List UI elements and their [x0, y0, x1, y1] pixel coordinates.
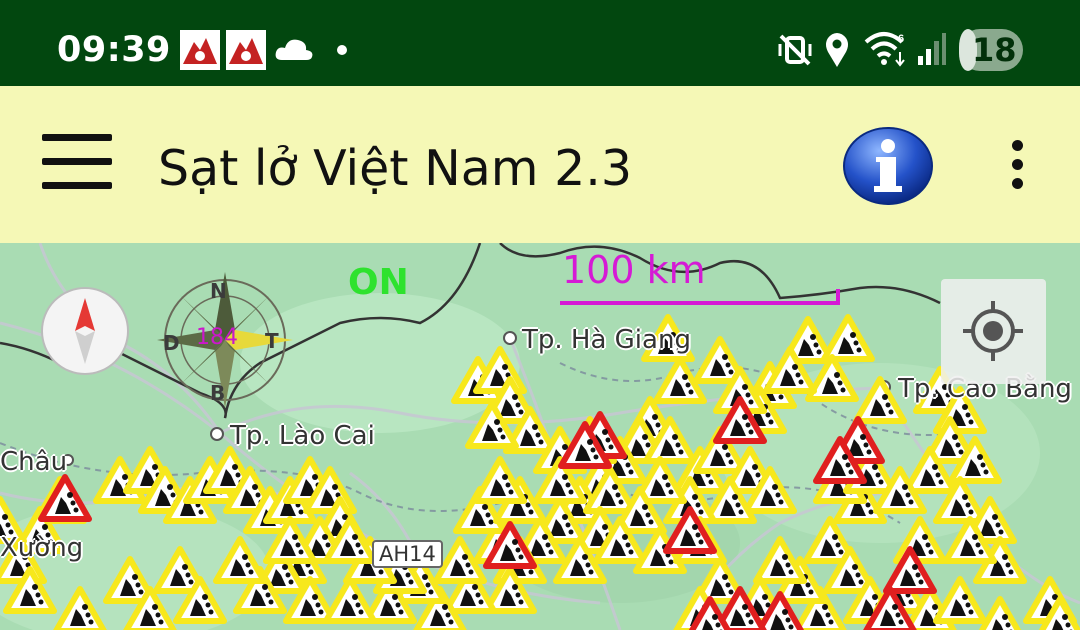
- signal-icon: [918, 33, 946, 65]
- svg-text:D: D: [163, 331, 180, 355]
- location-icon: [826, 33, 848, 67]
- place-label-xuong: Xường: [0, 533, 84, 563]
- wifi-6-icon: 6: [864, 32, 905, 67]
- battery-level: 18: [972, 31, 1017, 69]
- tracking-mode-label[interactable]: ON: [348, 262, 409, 303]
- more-vert-icon[interactable]: [1000, 138, 1036, 192]
- app-notification-icon: [180, 30, 220, 70]
- my-location-icon[interactable]: [941, 279, 1046, 384]
- svg-text:T: T: [265, 329, 279, 353]
- status-time: 09:39: [57, 30, 171, 70]
- scale-label: 100 km: [562, 248, 706, 292]
- place-label-lao-cai: Tp. Lào Cai: [230, 421, 375, 451]
- svg-text:B: B: [210, 381, 225, 405]
- compass-icon[interactable]: [40, 286, 130, 376]
- vibrate-mute-icon: [778, 34, 812, 66]
- road-badge: AH14: [372, 540, 443, 568]
- app-notification-icon: [226, 30, 266, 70]
- cloud-icon: [275, 39, 313, 60]
- hamburger-menu-icon[interactable]: [42, 134, 114, 190]
- info-icon[interactable]: [842, 126, 934, 206]
- place-label-chau: Châu: [0, 447, 68, 477]
- place-label-ha-giang: Tp. Hà Giang: [522, 325, 691, 355]
- dot-icon: [337, 45, 347, 55]
- svg-text:N: N: [210, 279, 227, 303]
- app-title: Sạt lở Việt Nam 2.3: [158, 140, 632, 197]
- svg-text:6: 6: [898, 33, 904, 45]
- heading-value: 184: [196, 325, 238, 350]
- status-bar: 09:39 6 18: [0, 0, 1080, 86]
